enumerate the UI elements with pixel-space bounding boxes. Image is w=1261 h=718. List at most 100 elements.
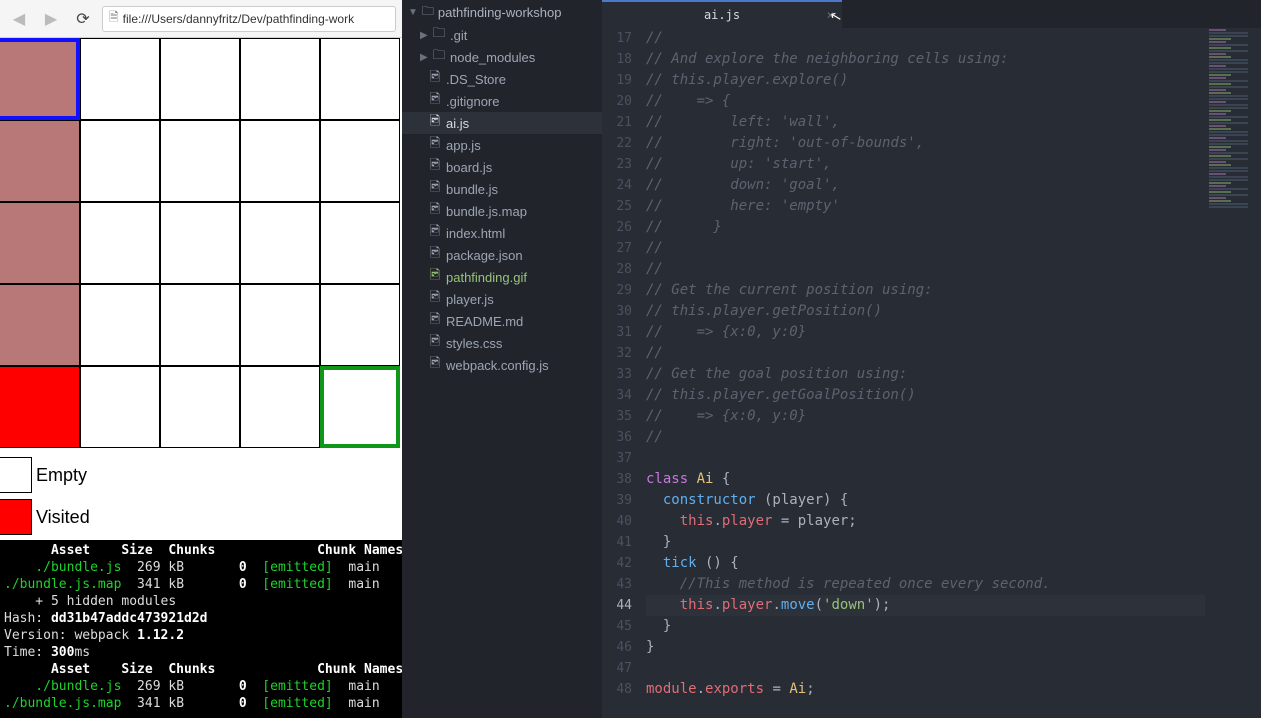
- file-icon: 🖻: [428, 178, 442, 200]
- url-text: file:///Users/dannyfritz/Dev/pathfinding…: [123, 12, 354, 26]
- tree-file[interactable]: 🖻 webpack.config.js: [402, 354, 602, 376]
- tree-label: index.html: [446, 226, 505, 241]
- browser-pane: ◀ ▶ ⟳ 🗎 file:///Users/dannyfritz/Dev/pat…: [0, 0, 402, 718]
- folder-icon: 🗀: [432, 24, 446, 46]
- project-root[interactable]: ▼ 🗀 pathfinding-workshop: [402, 0, 602, 24]
- legend-label: Visited: [36, 507, 90, 528]
- tree-file[interactable]: 🖻 bundle.js.map: [402, 200, 602, 222]
- tree-label: .git: [450, 28, 467, 43]
- tree-file[interactable]: 🖻 board.js: [402, 156, 602, 178]
- tab-bar: ai.js ×: [602, 0, 1261, 28]
- tree-label: bundle.js.map: [446, 204, 527, 219]
- line-gutter: 1718192021222324252627282930313233343536…: [602, 28, 646, 700]
- grid-cell: [0, 202, 80, 284]
- tree-folder[interactable]: ▶ 🗀 .git: [402, 24, 602, 46]
- terminal[interactable]: Asset Size Chunks Chunk Names ./bundle.j…: [0, 540, 402, 718]
- tree-label: app.js: [446, 138, 481, 153]
- minimap[interactable]: [1205, 28, 1261, 718]
- grid-cell-start: [0, 366, 80, 448]
- forward-button[interactable]: ▶: [38, 7, 64, 31]
- reload-button[interactable]: ⟳: [70, 7, 96, 31]
- tree-label: player.js: [446, 292, 494, 307]
- file-tree: ▼ 🗀 pathfinding-workshop ▶ 🗀 .git ▶ 🗀 node_mo…: [402, 0, 602, 718]
- grid-cell: [320, 120, 400, 202]
- legend-label: Empty: [36, 465, 87, 486]
- grid-cell: [80, 38, 160, 120]
- tree-file[interactable]: 🖻 .gitignore: [402, 90, 602, 112]
- legend: Empty Visited: [0, 448, 400, 538]
- pathfinding-grid: Empty Visited: [0, 38, 400, 448]
- tree-label: bundle.js: [446, 182, 498, 197]
- tab-title: ai.js: [704, 8, 740, 22]
- grid-cell: [160, 366, 240, 448]
- tab-ai-js[interactable]: ai.js ×: [602, 0, 842, 28]
- file-icon: 🖻: [428, 200, 442, 222]
- tree-label: package.json: [446, 248, 523, 263]
- file-icon: 🗎: [109, 8, 119, 29]
- grid-cell: [80, 284, 160, 366]
- tree-file[interactable]: 🖻 ai.js: [402, 112, 602, 134]
- tree-label: webpack.config.js: [446, 358, 549, 373]
- grid-cell: [240, 120, 320, 202]
- chevron-right-icon: ▶: [420, 30, 428, 41]
- tree-folder[interactable]: ▶ 🗀 node_modules: [402, 46, 602, 68]
- folder-icon: 🗀: [422, 2, 434, 23]
- file-icon: 🖻: [428, 222, 442, 244]
- tree-label: styles.css: [446, 336, 502, 351]
- tree-file[interactable]: 🖻.DS_Store: [402, 68, 602, 90]
- legend-swatch-empty: [0, 457, 32, 493]
- tree-label: .gitignore: [446, 94, 499, 109]
- grid-cell: [240, 38, 320, 120]
- folder-icon: 🗀: [432, 46, 446, 68]
- file-icon: 🖻: [428, 68, 442, 90]
- chevron-right-icon: ▶: [420, 52, 428, 63]
- grid-cell: [80, 120, 160, 202]
- close-icon[interactable]: ×: [827, 8, 834, 22]
- tree-file[interactable]: 🖻 app.js: [402, 134, 602, 156]
- url-bar[interactable]: 🗎 file:///Users/dannyfritz/Dev/pathfindi…: [102, 6, 396, 32]
- tree-file[interactable]: 🖻player.js: [402, 288, 602, 310]
- tree-file[interactable]: 🖻 README.md: [402, 310, 602, 332]
- grid-cell: [240, 284, 320, 366]
- tree-file[interactable]: 🖻 styles.css: [402, 332, 602, 354]
- grid-cell: [160, 120, 240, 202]
- grid-cell: [160, 202, 240, 284]
- tree-label: ai.js: [446, 116, 469, 131]
- grid-cell: [0, 120, 80, 202]
- legend-swatch-visited: [0, 499, 32, 535]
- file-icon: 🖻: [428, 310, 442, 332]
- code-area[interactable]: //// And explore the neighboring cells u…: [646, 28, 1206, 700]
- grid-cell-goal: [320, 366, 400, 448]
- grid-cell: [0, 38, 80, 120]
- tree-file[interactable]: 🖻 package.json: [402, 244, 602, 266]
- file-icon: 🖻: [428, 112, 442, 134]
- file-icon: 🖻: [428, 90, 442, 112]
- file-icon: 🖻: [428, 156, 442, 178]
- tree-label: pathfinding.gif: [446, 270, 527, 285]
- grid-cell: [320, 202, 400, 284]
- grid-cell: [320, 284, 400, 366]
- tree-label: README.md: [446, 314, 523, 329]
- tree-label: board.js: [446, 160, 492, 175]
- grid-cell: [240, 366, 320, 448]
- code-editor: ai.js × 17181920212223242526272829303132…: [602, 0, 1261, 718]
- grid-cell: [80, 366, 160, 448]
- grid-cell: [320, 38, 400, 120]
- tree-file[interactable]: 🖻 index.html: [402, 222, 602, 244]
- file-icon: 🖻: [428, 244, 442, 266]
- project-name: pathfinding-workshop: [438, 5, 562, 20]
- file-icon: 🖻: [428, 266, 442, 288]
- grid-cell: [240, 202, 320, 284]
- tree-file[interactable]: 🖻 pathfinding.gif: [402, 266, 602, 288]
- back-button[interactable]: ◀: [6, 7, 32, 31]
- grid-cell: [80, 202, 160, 284]
- grid-cell: [160, 284, 240, 366]
- tree-label: node_modules: [450, 50, 535, 65]
- file-icon: 🖻: [428, 332, 442, 354]
- browser-toolbar: ◀ ▶ ⟳ 🗎 file:///Users/dannyfritz/Dev/pat…: [0, 0, 402, 38]
- grid-cell: [160, 38, 240, 120]
- chevron-down-icon: ▼: [408, 7, 418, 18]
- file-icon: 🖻: [428, 134, 442, 156]
- file-icon: 🖻: [428, 354, 442, 376]
- tree-file[interactable]: 🖻 bundle.js: [402, 178, 602, 200]
